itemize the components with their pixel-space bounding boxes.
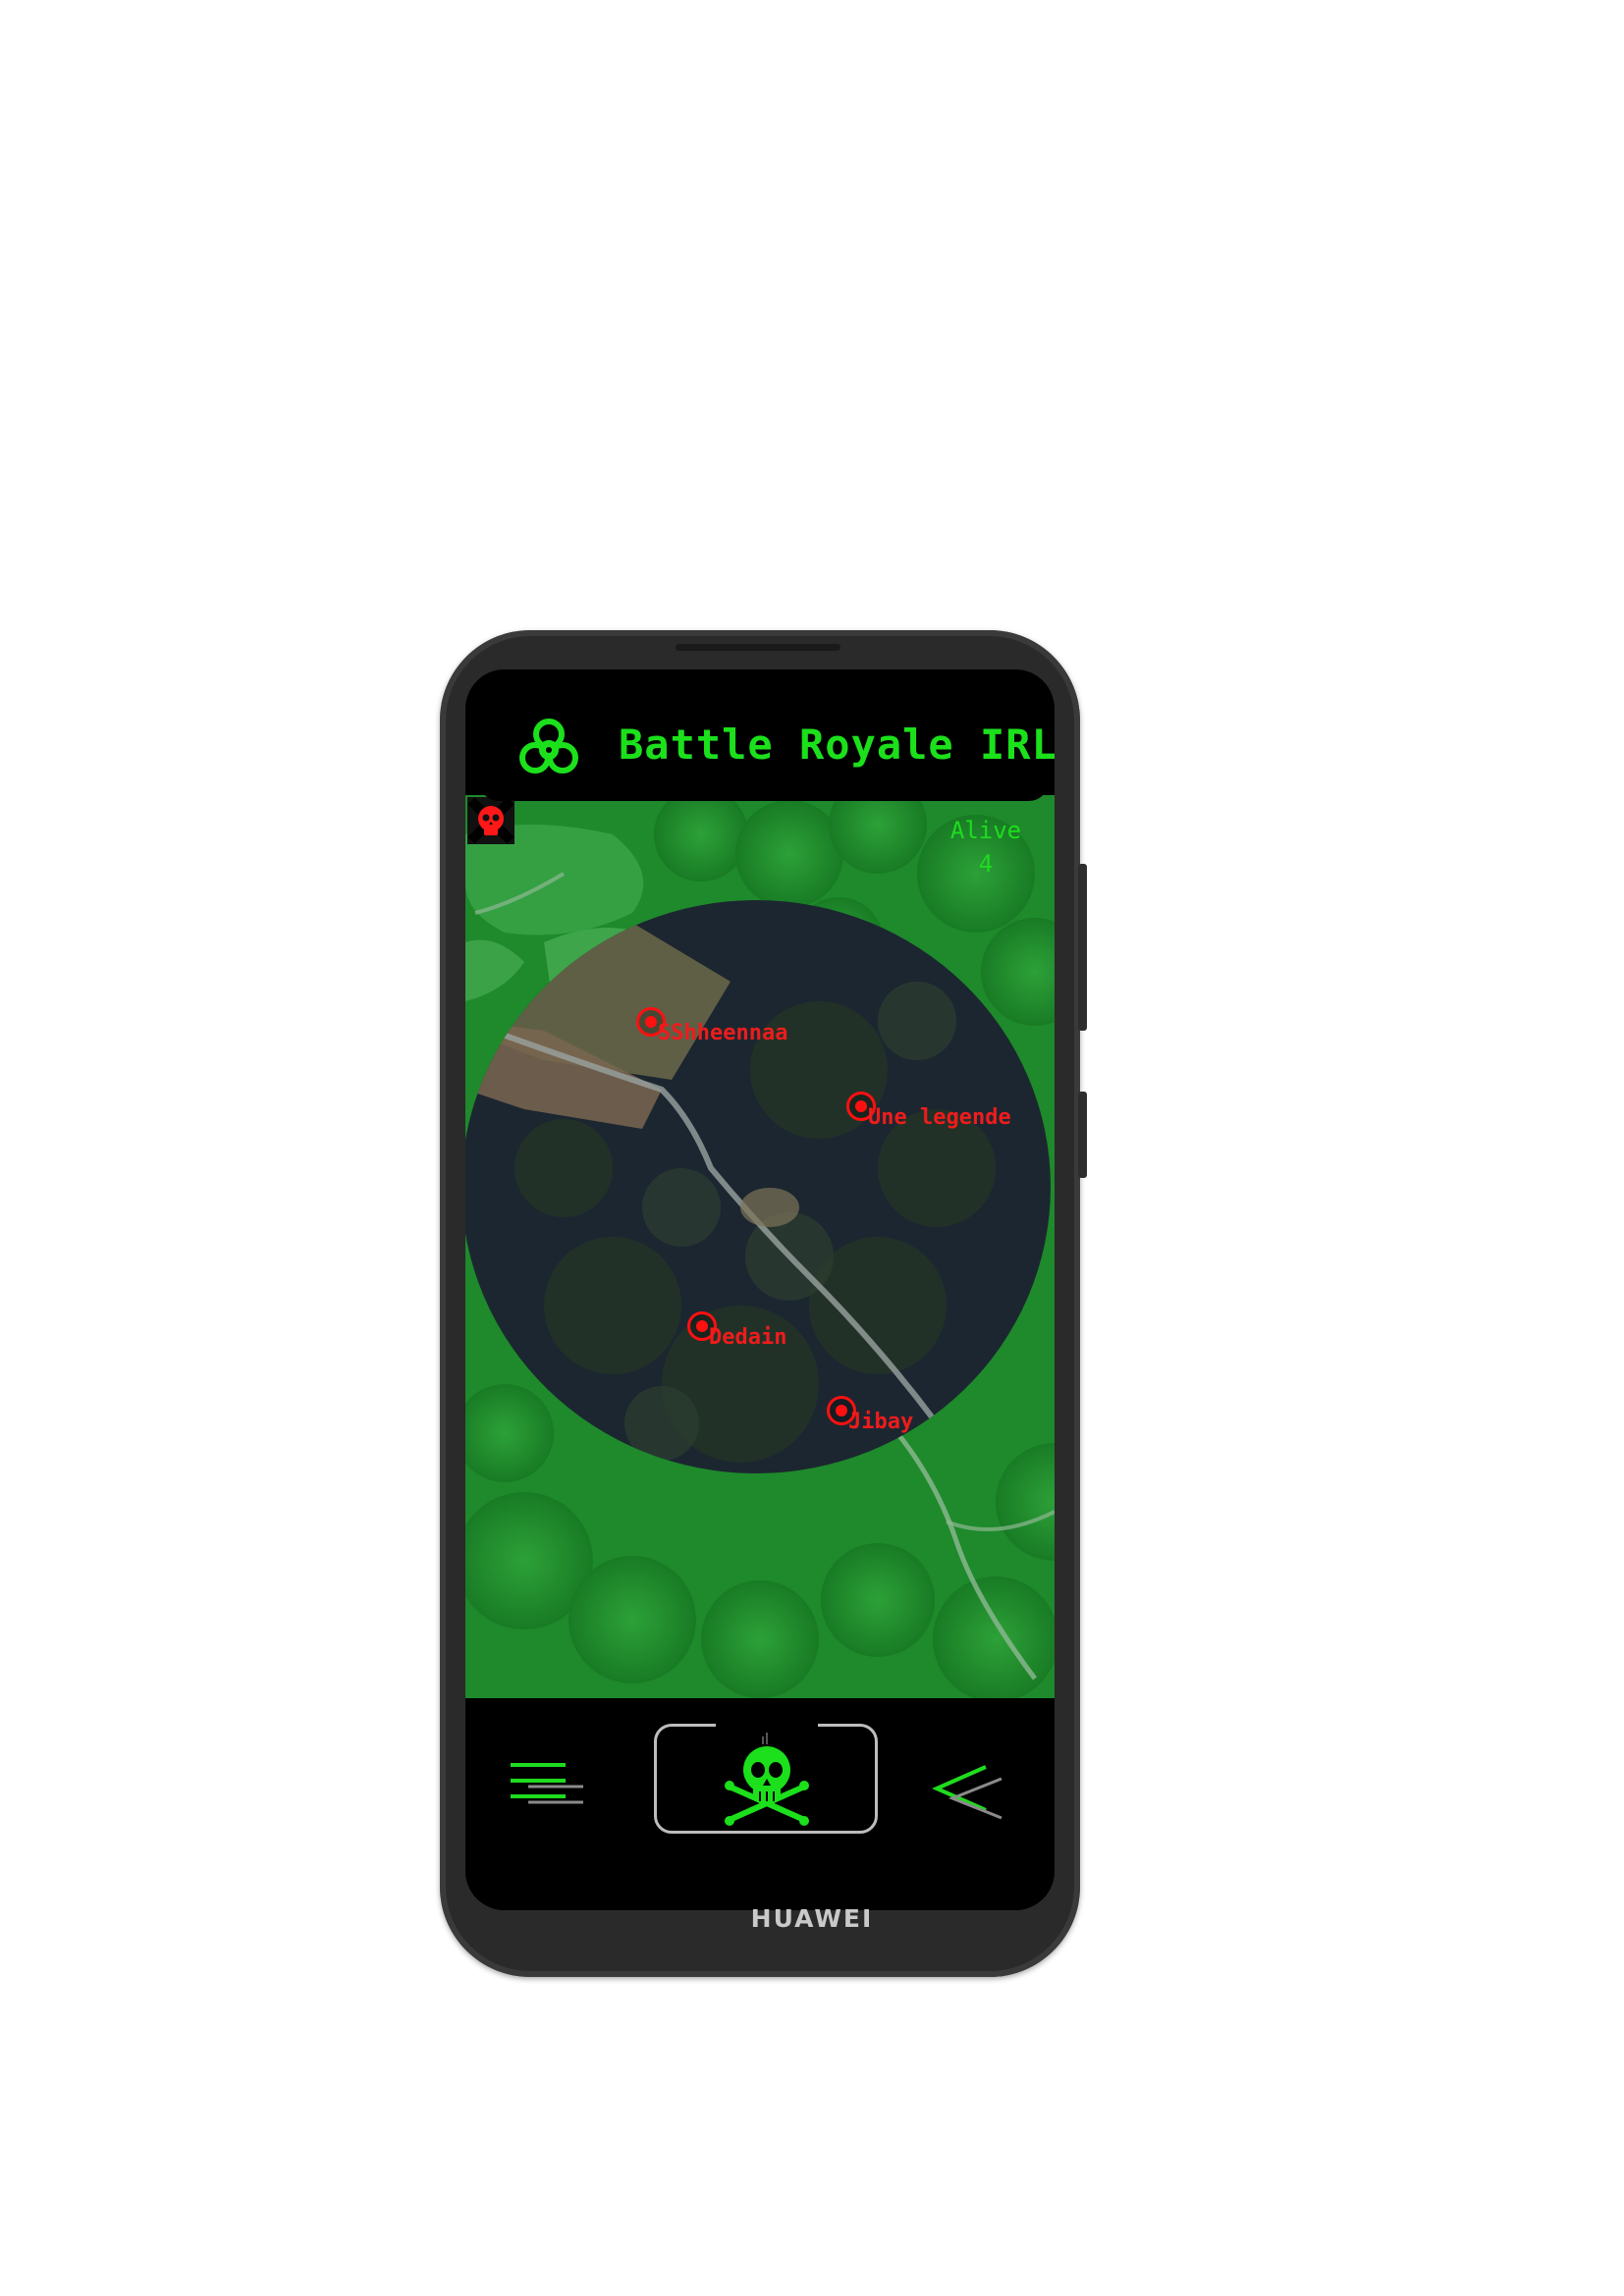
alive-count: 4 bbox=[978, 850, 994, 878]
app-title: Battle Royale IRL bbox=[619, 721, 1055, 769]
player-name: SShheennaa bbox=[658, 1021, 788, 1045]
player-name: Une legende bbox=[868, 1105, 1011, 1130]
action-button[interactable] bbox=[654, 1721, 878, 1834]
skull-crossbones-icon[interactable] bbox=[465, 795, 516, 846]
skull-crossbones-icon bbox=[725, 1733, 809, 1826]
app-header: Battle Royale IRL bbox=[479, 669, 1055, 801]
back-chevron-icon[interactable] bbox=[927, 1761, 1015, 1830]
volume-button bbox=[1078, 864, 1087, 1031]
player-name: Jibay bbox=[848, 1410, 914, 1434]
device-brand-logo: HUAWEI bbox=[750, 1904, 874, 1933]
biohazard-icon bbox=[519, 719, 578, 774]
earpiece-speaker bbox=[676, 644, 840, 651]
game-map[interactable]: Alive 4 SShheennaa Une legende Dedain Ji… bbox=[465, 795, 1055, 1698]
alive-label: Alive bbox=[949, 817, 1022, 844]
phone-screen: Alive 4 SShheennaa Une legende Dedain Ji… bbox=[465, 669, 1055, 1910]
player-name: Dedain bbox=[709, 1325, 787, 1350]
satellite-map-image bbox=[465, 795, 1055, 1698]
bottom-nav bbox=[465, 1712, 1055, 1910]
power-button bbox=[1078, 1092, 1087, 1178]
menu-icon[interactable] bbox=[507, 1755, 585, 1824]
